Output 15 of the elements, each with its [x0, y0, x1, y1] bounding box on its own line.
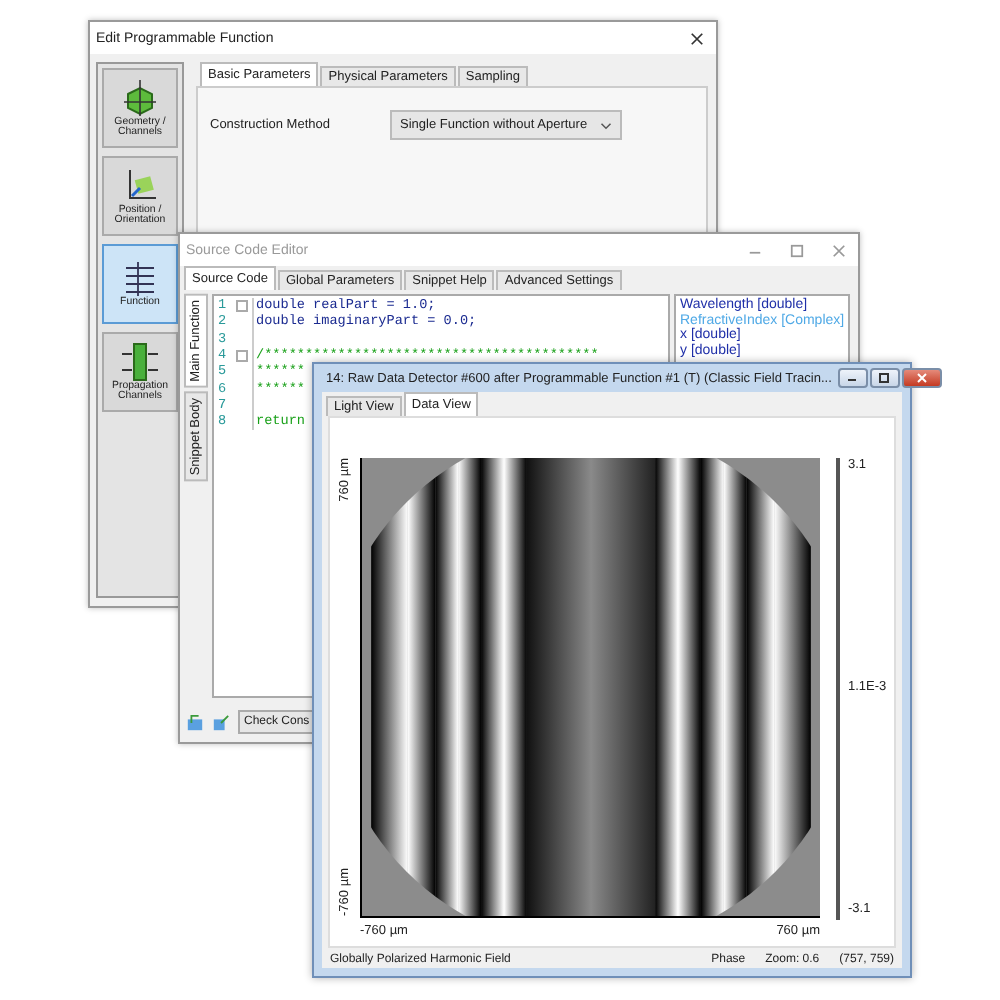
- caret-icon: [599, 121, 612, 129]
- lines-icon: [120, 258, 160, 299]
- close-icon[interactable]: [690, 31, 704, 45]
- export-icon[interactable]: [212, 713, 230, 731]
- maximize-icon: [876, 372, 893, 384]
- fold-icon[interactable]: [236, 300, 248, 313]
- import-icon[interactable]: [186, 713, 204, 731]
- maximize-button[interactable]: [869, 368, 900, 388]
- cube-icon: [120, 77, 160, 118]
- channel-icon: [120, 341, 160, 382]
- fold-icon[interactable]: [236, 350, 248, 363]
- close-icon: [913, 372, 930, 384]
- minimize-button[interactable]: [837, 368, 868, 388]
- close-button[interactable]: [901, 368, 942, 388]
- maximize-icon[interactable]: [790, 243, 804, 257]
